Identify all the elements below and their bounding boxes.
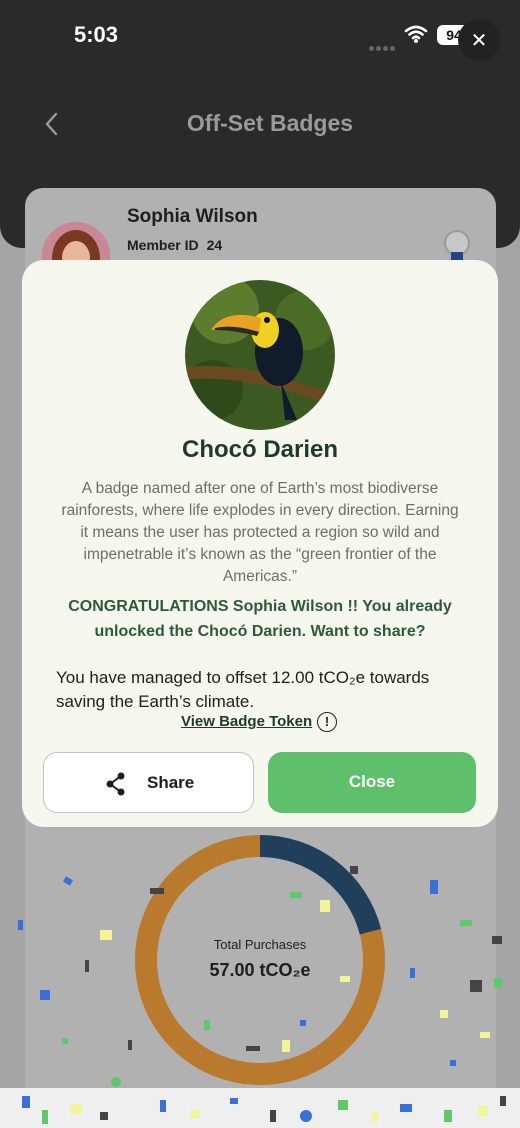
member-id: Member ID 24 — [127, 237, 223, 253]
toucan-badge-image — [185, 280, 335, 430]
signal-dots-icon — [369, 38, 397, 51]
page-title: Off-Set Badges — [186, 110, 354, 136]
share-label: Share — [147, 773, 195, 792]
wifi-icon — [404, 25, 428, 43]
bottom-strip — [0, 1088, 520, 1128]
donut-label: Total Purchases — [213, 937, 307, 952]
share-icon — [106, 772, 125, 796]
profile-name: Sophia Wilson — [127, 206, 258, 227]
congrats-message: CONGRATULATIONS Sophia Wilson !! You alr… — [68, 598, 452, 640]
badge-description: A badge named after one of Earth’s most … — [61, 480, 459, 585]
badge-title: Chocó Darien — [181, 436, 339, 463]
status-time: 5:03 — [74, 22, 119, 47]
donut-value: 57.00 tCO₂e — [209, 960, 311, 980]
offset-summary: You have managed to offset 12.00 tCO₂e t… — [56, 668, 430, 711]
close-button[interactable]: Close — [268, 752, 476, 813]
close-icon[interactable]: ✕ — [458, 19, 500, 61]
close-label: Close — [348, 772, 396, 791]
share-button[interactable]: Share — [43, 752, 254, 813]
view-badge-token-link[interactable]: View Badge Token — [181, 713, 312, 730]
info-icon[interactable]: ! — [317, 712, 337, 732]
